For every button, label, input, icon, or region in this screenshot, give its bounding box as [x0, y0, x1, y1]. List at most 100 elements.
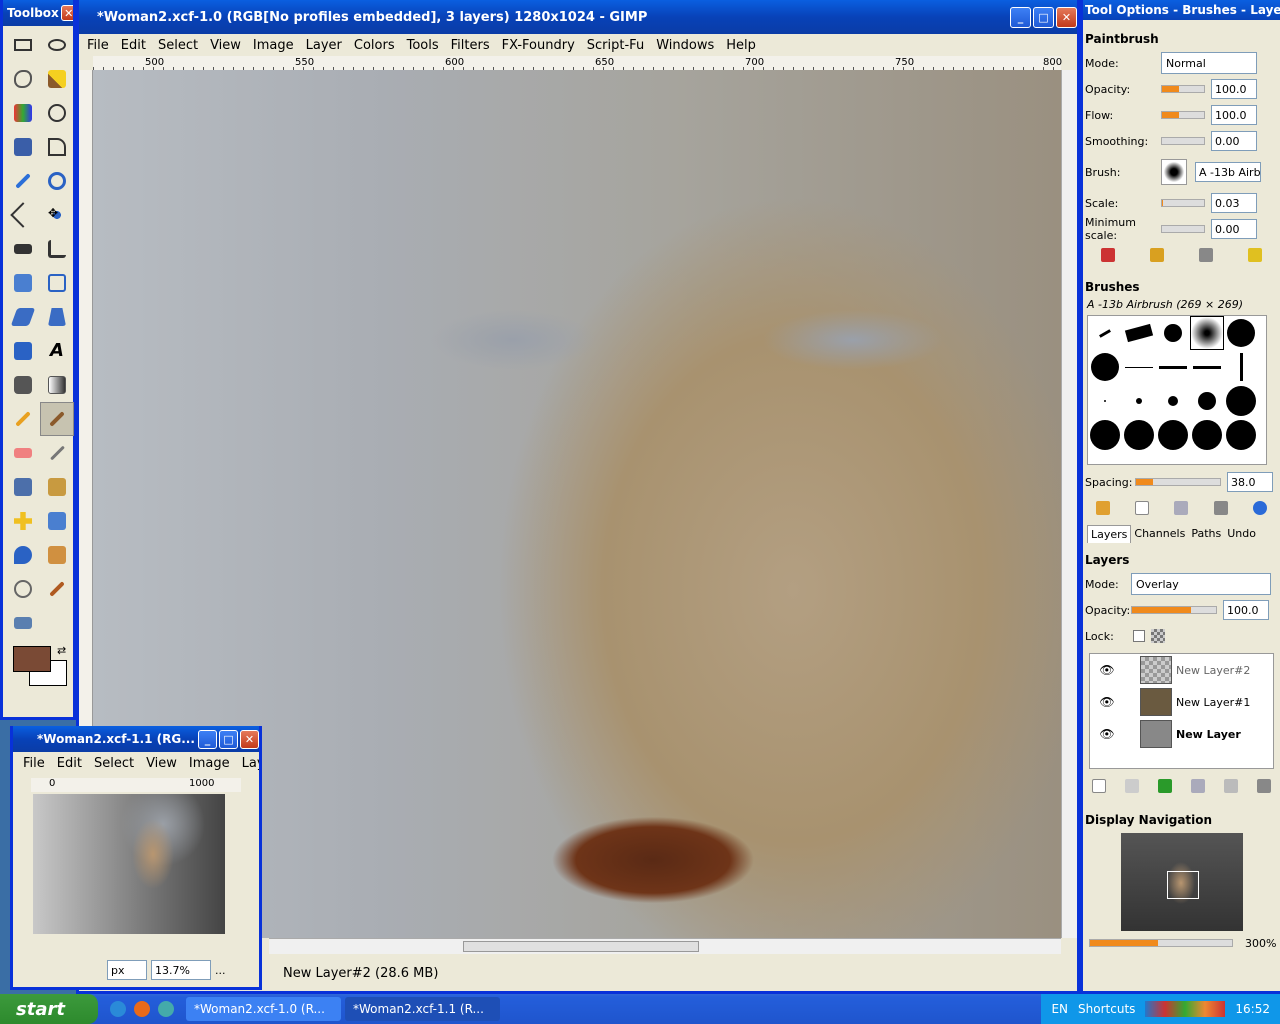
horizontal-scrollbar[interactable] [269, 938, 1061, 954]
flow-slider[interactable] [1161, 111, 1205, 119]
lower-layer-icon[interactable] [1158, 779, 1173, 793]
reset-options-icon[interactable] [1248, 248, 1263, 262]
ellipse-select-tool-icon[interactable] [40, 28, 74, 62]
foreground-color-swatch[interactable] [13, 646, 51, 672]
tab-layers[interactable]: Layers [1087, 525, 1132, 543]
mypaint-brush-tool-icon[interactable] [40, 572, 74, 606]
maximize-button[interactable]: □ [1033, 6, 1054, 28]
free-select-tool-icon[interactable] [6, 62, 40, 96]
horizontal-scrollbar-thumb[interactable] [463, 941, 699, 952]
tab-undo[interactable]: Undo [1224, 525, 1259, 543]
layers-opacity-input[interactable]: 100.0 [1223, 600, 1269, 620]
brush-item[interactable] [1224, 384, 1258, 418]
layers-mode-select[interactable]: Overlay [1131, 573, 1271, 595]
text-tool-icon[interactable]: A [40, 334, 74, 368]
rotate-tool-icon[interactable] [6, 266, 40, 300]
navigation-viewport[interactable] [1166, 871, 1199, 899]
select-by-color-tool-icon[interactable] [6, 96, 40, 130]
menu-edit[interactable]: Edit [51, 756, 88, 771]
layer-row[interactable]: 👁 New Layer [1090, 718, 1273, 750]
menu-help[interactable]: Help [720, 38, 762, 53]
menu-layer[interactable]: Layer [300, 38, 348, 53]
new-brush-icon[interactable] [1135, 501, 1150, 515]
opacity-input[interactable]: 100.0 [1211, 79, 1257, 99]
layer-row[interactable]: 👁 New Layer#2 [1090, 654, 1273, 686]
dodge-burn-tool-icon[interactable] [6, 572, 40, 606]
secondary-minimize-button[interactable]: _ [198, 729, 217, 749]
align-tool-icon[interactable] [6, 232, 40, 266]
color-swatches[interactable]: ⇄ [9, 644, 67, 694]
save-options-icon[interactable] [1100, 248, 1115, 262]
brush-item[interactable] [1190, 384, 1224, 418]
swap-colors-icon[interactable]: ⇄ [57, 644, 66, 657]
scale-slider[interactable] [1161, 199, 1205, 207]
vertical-scrollbar[interactable] [1061, 70, 1077, 938]
spacing-input[interactable]: 38.0 [1227, 472, 1273, 492]
taskbar-item-secondary[interactable]: *Woman2.xcf-1.1 (R... [345, 997, 500, 1021]
scale-input[interactable]: 0.03 [1211, 193, 1257, 213]
tray-icons[interactable] [1145, 1001, 1226, 1017]
navigation-preview[interactable] [1120, 833, 1243, 931]
tab-channels[interactable]: Channels [1131, 525, 1188, 543]
secondary-canvas[interactable] [33, 794, 225, 934]
edit-brush-icon[interactable] [1095, 501, 1110, 515]
menu-filters[interactable]: Filters [445, 38, 496, 53]
pencil-tool-icon[interactable] [6, 402, 40, 436]
smoothing-slider[interactable] [1161, 137, 1205, 145]
minscale-input[interactable]: 0.00 [1211, 219, 1257, 239]
duplicate-layer-icon[interactable] [1190, 779, 1205, 793]
delete-brush-icon[interactable] [1213, 501, 1228, 515]
blend-tool-icon[interactable] [40, 368, 74, 402]
menu-tools[interactable]: Tools [401, 38, 445, 53]
navigation-zoom-slider[interactable] [1089, 939, 1233, 947]
quicklaunch-refresh-icon[interactable] [158, 1001, 174, 1017]
move-tool-icon[interactable]: ✥ [40, 198, 74, 232]
brush-item[interactable] [1088, 316, 1122, 350]
menu-layer[interactable]: Laye [236, 756, 259, 771]
secondary-ruler[interactable]: 0 1000 [31, 778, 241, 792]
shear-tool-icon[interactable] [6, 300, 40, 334]
brush-item[interactable] [1190, 350, 1224, 384]
cage-tool-icon[interactable] [6, 606, 40, 640]
menu-image[interactable]: Image [183, 756, 236, 771]
scissors-tool-icon[interactable] [40, 96, 74, 130]
brush-item[interactable] [1224, 418, 1258, 452]
close-button[interactable]: ✕ [1056, 6, 1077, 28]
brush-item[interactable] [1156, 350, 1190, 384]
shortcuts-toolbar[interactable]: Shortcuts [1078, 1002, 1135, 1016]
perspective-tool-icon[interactable] [40, 300, 74, 334]
duplicate-brush-icon[interactable] [1174, 501, 1189, 515]
language-indicator[interactable]: EN [1051, 1002, 1068, 1016]
mode-select[interactable]: Normal [1161, 52, 1257, 74]
lock-pixels-checkbox[interactable] [1133, 630, 1145, 642]
color-picker-tool-icon[interactable] [6, 164, 40, 198]
opacity-slider[interactable] [1161, 85, 1205, 93]
lock-alpha-icon[interactable] [1151, 629, 1165, 643]
toolbox-close-button[interactable]: ✕ [60, 5, 73, 21]
foreground-select-tool-icon[interactable] [6, 130, 40, 164]
start-button[interactable]: start [0, 994, 98, 1024]
eraser-tool-icon[interactable] [6, 436, 40, 470]
zoom-input[interactable]: 13.7% [151, 960, 211, 980]
clone-tool-icon[interactable] [40, 470, 74, 504]
measure-tool-icon[interactable] [6, 198, 40, 232]
eye-icon[interactable]: 👁 [1090, 663, 1124, 677]
flip-tool-icon[interactable] [6, 334, 40, 368]
paths-tool-icon[interactable] [40, 130, 74, 164]
delete-options-icon[interactable] [1199, 248, 1214, 262]
menu-edit[interactable]: Edit [115, 38, 152, 53]
brush-item[interactable] [1088, 384, 1122, 418]
menu-file[interactable]: File [17, 756, 51, 771]
zoom-tool-icon[interactable] [40, 164, 74, 198]
menu-select[interactable]: Select [152, 38, 204, 53]
crop-tool-icon[interactable] [40, 232, 74, 266]
brush-grid[interactable] [1087, 315, 1267, 465]
menu-view[interactable]: View [204, 38, 247, 53]
secondary-maximize-button[interactable]: □ [219, 729, 238, 749]
brush-preview[interactable] [1161, 159, 1187, 185]
menu-fx-foundry[interactable]: FX-Foundry [496, 38, 581, 53]
quicklaunch-ie-icon[interactable] [110, 1001, 126, 1017]
menu-view[interactable]: View [140, 756, 183, 771]
brush-item[interactable] [1156, 384, 1190, 418]
ink-tool-icon[interactable] [6, 470, 40, 504]
